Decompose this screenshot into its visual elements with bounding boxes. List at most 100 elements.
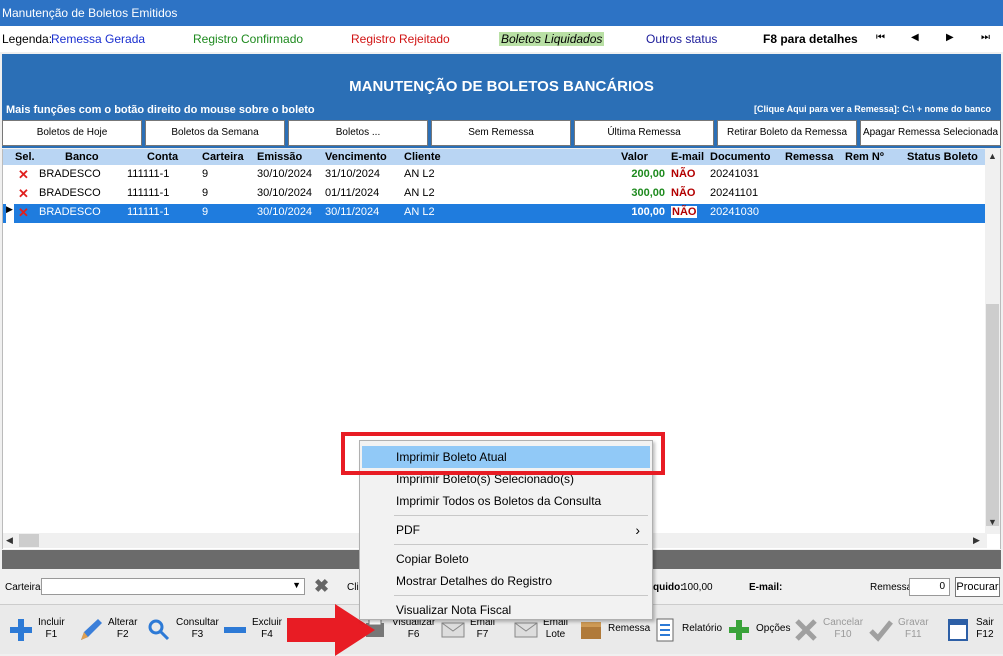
procurar-button[interactable]: Procurar [955,577,1000,597]
menu-pdf[interactable]: PDF › [362,519,650,541]
scroll-left-icon[interactable]: ◀ [6,535,13,546]
check-icon [869,620,893,642]
cancel-icon [795,619,817,641]
cell-email: NÃO [671,168,696,180]
cell-valor: 100,00 [631,206,665,218]
col-carteira[interactable]: Carteira [202,151,244,163]
menu-copiar-boleto[interactable]: Copiar Boleto [362,548,650,570]
opcoes-button[interactable]: Opções [726,613,790,653]
opcoes-label: Opções [756,623,791,634]
table-row[interactable]: ✕ BRADESCO 111111-1 9 30/10/2024 01/11/2… [3,185,987,204]
cell-documento: 20241031 [710,168,759,180]
cancelar-label: Cancelar F10 [823,617,864,640]
exit-icon [948,619,968,641]
plus-icon [10,619,32,641]
col-banco[interactable]: Banco [65,151,99,163]
ultima-remessa-button[interactable]: Última Remessa [574,120,714,146]
row-pointer-icon: ▶ [6,204,14,223]
incluir-button[interactable]: Incluir F1 [8,613,68,653]
boletos-semana-button[interactable]: Boletos da Semana [145,120,285,146]
apagar-remessa-button[interactable]: Apagar Remessa Selecionada [860,120,1001,146]
cell-email: NÃO [671,206,698,218]
col-valor[interactable]: Valor [621,151,648,163]
col-vencimento[interactable]: Vencimento [325,151,387,163]
col-conta[interactable]: Conta [147,151,178,163]
col-status-boleto[interactable]: Status Boleto [907,151,978,163]
sair-button[interactable]: Sair F12 [946,613,1000,653]
col-email[interactable]: E-mail [671,151,704,163]
menu-mostrar-detalhes[interactable]: Mostrar Detalhes do Registro [362,570,650,592]
clear-filter-icon[interactable]: ✖ [314,576,329,597]
grid-header: Sel. Banco Conta Carteira Emissão Vencim… [3,149,987,165]
retirar-boleto-button[interactable]: Retirar Boleto da Remessa [717,120,857,146]
remessa-path-link[interactable]: [Clique Aqui para ver a Remessa]: C:\ + … [754,104,991,114]
scroll-right-icon[interactable]: ▶ [973,535,980,546]
col-remessa[interactable]: Remessa [785,151,833,163]
carteira-label: Carteira [5,582,41,593]
col-emissao[interactable]: Emissão [257,151,302,163]
cell-cliente: AN L2 [404,187,435,199]
consultar-label: Consultar F3 [176,617,219,640]
nav-first-button[interactable]: ⏮ [876,32,885,43]
cell-valor: 200,00 [631,168,665,180]
cell-banco: BRADESCO [39,168,101,180]
cell-documento: 20241101 [710,187,759,199]
scroll-down-icon[interactable]: ▼ [988,517,997,527]
alterar-button[interactable]: Alterar F2 [78,613,138,653]
vertical-scrollbar[interactable]: ▲ ▼ [985,149,1000,534]
status-x-icon[interactable]: ✕ [18,167,29,183]
submenu-chevron-icon: › [635,522,640,538]
remessa-label: Remessa [870,582,913,593]
horizontal-scroll-thumb[interactable] [19,534,39,547]
menu-visualizar-nota-fiscal[interactable]: Visualizar Nota Fiscal [362,599,650,621]
highlight-box [341,432,665,475]
carteira-select[interactable]: ▼ [41,578,305,595]
nav-next-button[interactable]: ▶ [946,32,954,43]
table-row-selected[interactable]: ▶ ✕ BRADESCO 111111-1 9 30/10/2024 30/11… [3,204,987,223]
cell-emissao: 30/10/2024 [257,168,313,180]
legend-label: Legenda: [2,32,53,46]
menu-imprimir-todos[interactable]: Imprimir Todos os Boletos da Consulta [362,490,650,512]
boletos-hoje-button[interactable]: Boletos de Hoje [2,120,142,146]
col-documento[interactable]: Documento [710,151,771,163]
col-sel[interactable]: Sel. [15,151,35,163]
col-rem-numero[interactable]: Rem Nº [845,151,884,163]
col-cliente[interactable]: Cliente [404,151,441,163]
cell-vencimento: 31/10/2024 [325,168,381,180]
scroll-up-icon[interactable]: ▲ [988,151,997,161]
cell-conta: 111111-1 [127,206,170,218]
legend-bar: Legenda: Remessa Gerada Registro Confirm… [0,26,1003,52]
cell-conta: 111111-1 [127,168,170,180]
cancelar-button[interactable]: Cancelar F10 [793,613,863,653]
vertical-scroll-thumb[interactable] [986,304,999,526]
email-label: E-mail: [749,582,783,593]
incluir-label: Incluir F1 [38,617,65,640]
menu-separator [394,595,648,596]
consultar-button[interactable]: Consultar F3 [146,613,219,653]
boletos-periodo-button[interactable]: Boletos ... [288,120,428,146]
relatorio-button[interactable]: Relatório [652,613,722,653]
cell-vencimento: 01/11/2024 [325,187,380,199]
excluir-button[interactable]: Excluir F4 [222,613,284,653]
chevron-down-icon[interactable]: ▼ [292,580,301,590]
minus-icon [224,627,246,633]
status-x-icon[interactable]: ✕ [18,186,29,202]
status-x-icon[interactable]: ✕ [18,205,29,221]
liquido-value: 100,00 [682,582,713,593]
sair-label: Sair F12 [976,617,994,640]
cell-emissao: 30/10/2024 [257,206,313,218]
legend-registro-rejeitado: Registro Rejeitado [351,32,450,46]
menu-separator [394,515,648,516]
liquido-label: quido: [653,582,684,593]
nav-last-button[interactable]: ⏭ [981,32,990,43]
legend-outros-status: Outros status [646,32,718,46]
sem-remessa-button[interactable]: Sem Remessa [431,120,571,146]
gravar-button[interactable]: Gravar F11 [868,613,934,653]
table-row[interactable]: ✕ BRADESCO 111111-1 9 30/10/2024 31/10/2… [3,166,987,185]
nav-prev-button[interactable]: ◀ [911,32,919,43]
legend-boletos-liquidados: Boletos Liquidados [499,32,605,46]
cell-conta: 111111-1 [127,187,170,199]
gravar-label: Gravar F11 [898,617,929,640]
report-icon [656,618,674,642]
remessa-input[interactable]: 0 [909,578,950,596]
